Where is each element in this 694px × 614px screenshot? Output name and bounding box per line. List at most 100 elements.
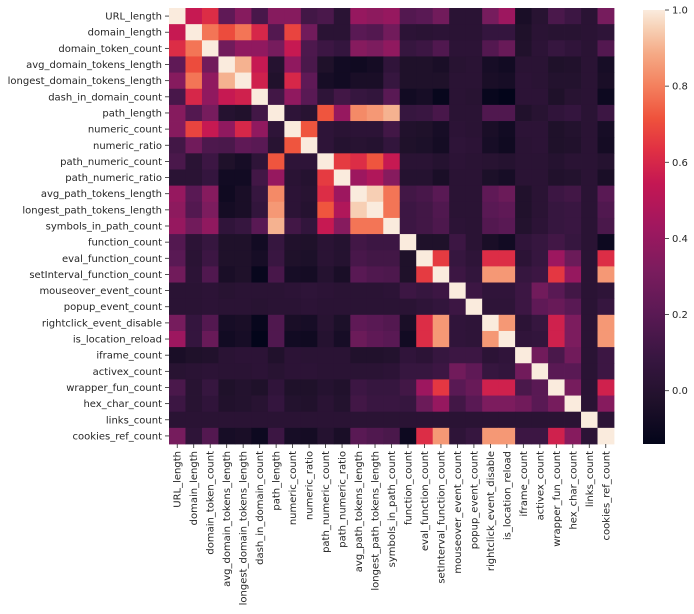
x-tick-label: iframe_count [519, 451, 530, 517]
x-tick-label: symbols_in_path_count [387, 451, 398, 567]
x-tick-label: avg_domain_tokens_length [222, 451, 233, 587]
heatmap-cell [548, 250, 565, 267]
heatmap-cell [581, 330, 598, 348]
heatmap-cell [432, 427, 450, 445]
heatmap-cell [169, 72, 186, 90]
heatmap-cell [218, 8, 236, 25]
heatmap-cell [432, 169, 450, 187]
heatmap-cell [432, 395, 450, 413]
heatmap-cell [449, 169, 467, 187]
heatmap-cell [218, 169, 236, 187]
heatmap-cell [515, 72, 532, 90]
heatmap-cell [201, 8, 219, 25]
heatmap-cell [465, 201, 483, 219]
heatmap-cell [465, 250, 483, 267]
heatmap-cell [465, 169, 483, 187]
heatmap-cell [399, 266, 417, 283]
y-tick-label: path_length [102, 108, 162, 119]
heatmap-cell [234, 40, 252, 57]
heatmap-cell [548, 8, 565, 25]
heatmap-cell [399, 234, 417, 251]
heatmap-cell [234, 379, 252, 396]
heatmap-cell [432, 379, 450, 396]
heatmap-cell [185, 379, 203, 396]
heatmap-cell [581, 282, 598, 300]
colorbar-ticks: 1.0 0.8 0.6 0.4 0.2 0.0 [665, 6, 688, 397]
heatmap-cell [432, 72, 450, 90]
heatmap-cell [333, 250, 351, 267]
heatmap-cell [399, 104, 417, 122]
heatmap-cell [383, 347, 401, 364]
heatmap-cell [498, 72, 516, 90]
heatmap-cell [300, 137, 318, 154]
heatmap-cell [531, 88, 549, 106]
heatmap-cell [201, 298, 219, 316]
heatmap-cell [482, 24, 500, 41]
heatmap-cell [416, 104, 434, 122]
heatmap-cell [531, 282, 549, 300]
heatmap-cell [465, 314, 483, 332]
colorbar-tick-label: 0.4 [672, 234, 688, 245]
heatmap-cell [267, 88, 285, 106]
heatmap-cell [185, 24, 203, 41]
heatmap-cell [284, 363, 302, 380]
heatmap-cell [317, 24, 335, 41]
heatmap-cell [300, 40, 318, 57]
heatmap-cell [465, 40, 483, 57]
heatmap-cell [234, 24, 252, 41]
heatmap-cell [465, 395, 483, 413]
heatmap-cell [383, 72, 401, 90]
heatmap-cell [366, 169, 384, 187]
x-tick-label: mouseover_event_count [453, 451, 464, 574]
heatmap-cell [465, 298, 483, 316]
heatmap-cell [366, 24, 384, 41]
heatmap-cell [251, 40, 269, 57]
heatmap-cell [548, 153, 565, 170]
heatmap-cell [267, 185, 285, 203]
heatmap-cell [366, 104, 384, 122]
x-axis-labels: URL_length domain_length domain_token_coun… [173, 444, 612, 605]
heatmap-cell [218, 24, 236, 41]
heatmap-cell [300, 201, 318, 219]
heatmap-cell [416, 411, 434, 429]
heatmap-cell [515, 250, 532, 267]
heatmap-cell [300, 298, 318, 316]
heatmap-cell [449, 40, 467, 57]
heatmap-cell [564, 266, 582, 283]
heatmap-cell [515, 379, 532, 396]
heatmap-cell [234, 201, 252, 219]
heatmap-cell [515, 169, 532, 187]
heatmap-cell [564, 153, 582, 170]
heatmap-cell [218, 88, 236, 106]
y-axis-labels: URL_length domain_length domain_token_coun… [8, 12, 169, 442]
heatmap-cell [531, 121, 549, 138]
heatmap-cell [185, 330, 203, 348]
heatmap-cell [333, 121, 351, 138]
heatmap-cell [267, 169, 285, 187]
heatmap-cell [581, 185, 598, 203]
x-tick-label: hex_char_count [568, 451, 579, 530]
heatmap-cell [432, 411, 450, 429]
heatmap-cell [399, 185, 417, 203]
heatmap-cell [383, 153, 401, 170]
y-tick-label: eval_function_count [62, 254, 162, 265]
heatmap-cell [498, 298, 516, 316]
heatmap-cell [366, 282, 384, 300]
heatmap-cell [548, 169, 565, 187]
heatmap-cell [333, 201, 351, 219]
heatmap-cell [383, 395, 401, 413]
heatmap-cell [267, 137, 285, 154]
heatmap-cell [169, 185, 186, 203]
x-tick-label: URL_length [173, 451, 184, 508]
heatmap-cell [432, 347, 450, 364]
heatmap-cell [333, 411, 351, 429]
heatmap-cell [399, 250, 417, 267]
heatmap-cell [251, 395, 269, 413]
heatmap-cell [564, 137, 582, 154]
heatmap-cell [350, 185, 368, 203]
heatmap-cell [383, 88, 401, 106]
heatmap-cell [218, 379, 236, 396]
heatmap-cell [201, 363, 219, 380]
heatmap-cell [383, 250, 401, 267]
heatmap-cell [548, 427, 565, 445]
